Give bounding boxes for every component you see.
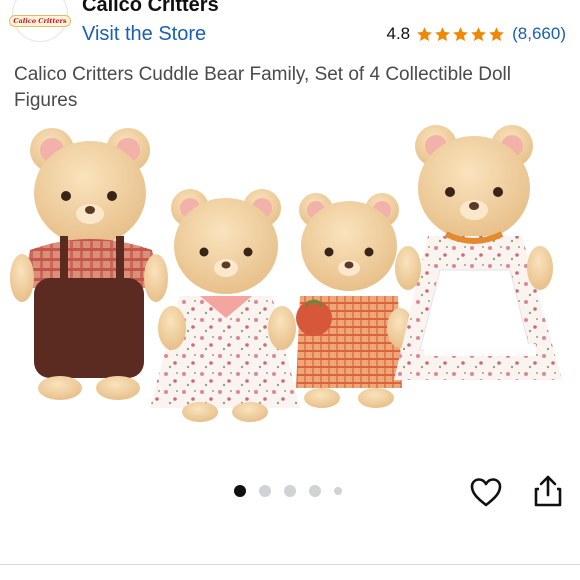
star-icon xyxy=(471,26,486,41)
star-icon xyxy=(489,26,504,41)
section-divider xyxy=(0,564,580,565)
star-icon xyxy=(453,26,468,41)
visit-store-link[interactable]: Visit the Store xyxy=(82,22,206,46)
sister-bear xyxy=(150,189,300,422)
star-icon xyxy=(417,26,432,41)
brand-logo[interactable]: Calico Critters xyxy=(9,0,71,42)
star-icon xyxy=(435,26,450,41)
rating-count-link[interactable]: (8,660) xyxy=(512,24,566,44)
bear-family-illustration xyxy=(10,125,562,422)
mother-bear xyxy=(394,125,562,380)
brand-logo-text: Calico Critters xyxy=(9,15,71,27)
carousel-dot-4[interactable] xyxy=(309,485,321,497)
carousel-dot-1[interactable] xyxy=(234,485,246,497)
rating-value: 4.8 xyxy=(386,24,411,43)
product-rating[interactable]: 4.8 (8,660) xyxy=(386,23,566,45)
father-bear xyxy=(10,128,168,400)
product-title: Calico Critters Cuddle Bear Family, Set … xyxy=(14,64,511,111)
rating-stars xyxy=(416,26,506,43)
carousel-dot-3[interactable] xyxy=(284,485,296,497)
share-button[interactable] xyxy=(533,474,563,508)
wishlist-button[interactable] xyxy=(469,476,503,508)
product-image[interactable] xyxy=(0,118,580,468)
carousel-dot-5[interactable] xyxy=(334,487,342,495)
share-icon xyxy=(534,475,562,507)
image-carousel-dots[interactable] xyxy=(234,485,355,497)
heart-icon xyxy=(470,478,502,507)
carousel-dot-2[interactable] xyxy=(259,485,271,497)
brand-name[interactable]: Calico Critters xyxy=(82,0,219,16)
brand-header: Calico Critters Calico Critters Visit th… xyxy=(0,0,580,56)
